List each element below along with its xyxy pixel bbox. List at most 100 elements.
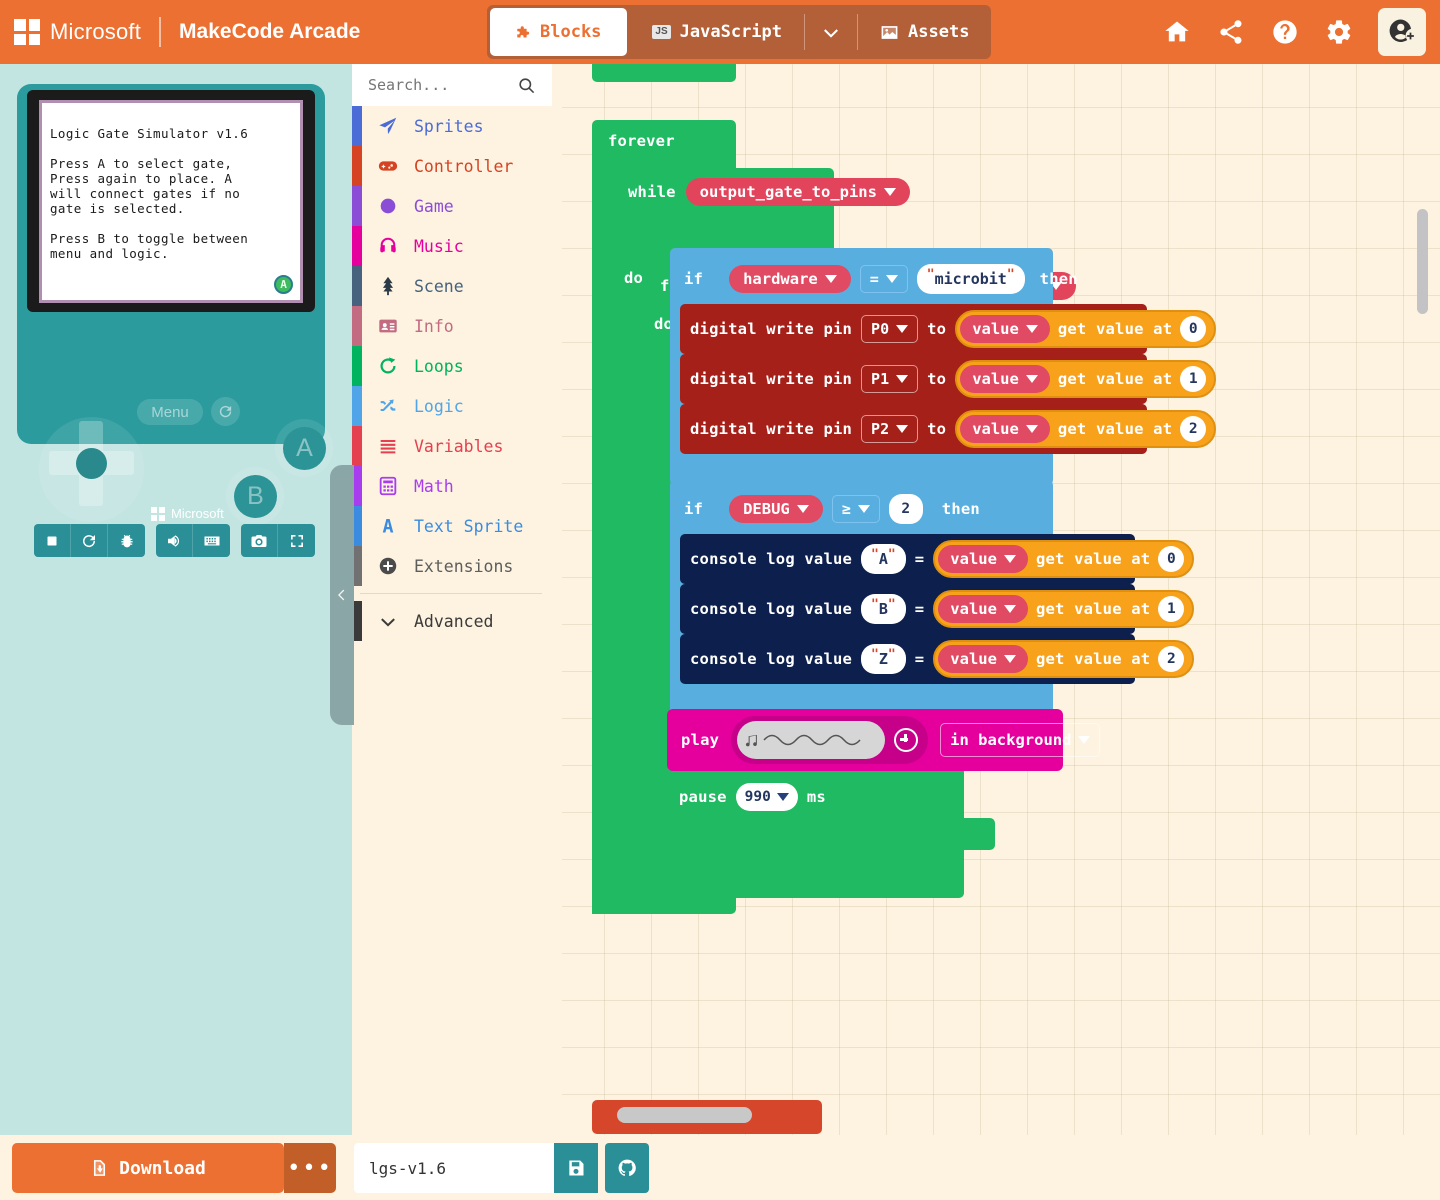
- get-value-index[interactable]: 1: [1158, 596, 1185, 622]
- mute-icon[interactable]: [156, 524, 193, 557]
- console-log-text-label: B: [878, 600, 888, 618]
- simulator-screen[interactable]: Logic Gate Simulator v1.6 Press A to sel…: [39, 100, 303, 303]
- get-value-variable[interactable]: value: [960, 365, 1050, 393]
- blocks-canvas[interactable]: forever while output_gate_to_pins do for…: [562, 64, 1440, 1135]
- get-value-block[interactable]: value get value at 0: [955, 310, 1217, 348]
- console-log-label: console log value: [690, 600, 853, 618]
- tab-blocks[interactable]: Blocks: [490, 8, 628, 56]
- chevron-down-icon: [1078, 736, 1091, 744]
- if-debug-variable[interactable]: DEBUG: [729, 495, 823, 523]
- project-name-field[interactable]: [354, 1143, 554, 1193]
- digital-write-pin-select[interactable]: P2: [861, 415, 919, 443]
- account-add-icon[interactable]: [1378, 8, 1426, 56]
- toolbox-collapse-handle[interactable]: [330, 465, 354, 725]
- help-icon[interactable]: [1270, 17, 1300, 47]
- tab-javascript[interactable]: JS JavaScript: [630, 5, 804, 59]
- toolbox-category-math[interactable]: Math: [352, 466, 562, 506]
- tab-dropdown-button[interactable]: [805, 5, 857, 59]
- dpad-center[interactable]: [76, 448, 107, 479]
- toolbox-category-scene[interactable]: Scene: [352, 266, 562, 306]
- toolbox-category-info[interactable]: Info: [352, 306, 562, 346]
- save-button[interactable]: [554, 1143, 598, 1193]
- get-value-variable[interactable]: value: [960, 415, 1050, 443]
- toolbox-category-game[interactable]: Game: [352, 186, 562, 226]
- chevron-down-icon: [857, 505, 870, 513]
- digital-write-pin-select[interactable]: P0: [861, 315, 919, 343]
- if-hardware-value[interactable]: " microbit ": [916, 264, 1025, 294]
- restart-icon[interactable]: [71, 524, 108, 557]
- console-log-text[interactable]: " B ": [861, 594, 906, 624]
- button-a[interactable]: A: [283, 427, 326, 470]
- canvas-vertical-scrollbar[interactable]: [1417, 209, 1428, 314]
- get-value-block[interactable]: value get value at 0: [933, 540, 1195, 578]
- toolbox-category-logic[interactable]: Logic: [352, 386, 562, 426]
- toolbox-category-advanced[interactable]: Advanced: [352, 601, 562, 641]
- toolbox-category-extensions[interactable]: Extensions: [352, 546, 562, 586]
- simulator-restart-button[interactable]: [211, 397, 240, 426]
- stop-icon[interactable]: [34, 524, 71, 557]
- simulator-menu-button[interactable]: Menu: [137, 399, 203, 425]
- chevron-left-icon: [338, 589, 345, 601]
- microsoft-logo-icon: [14, 19, 40, 45]
- share-icon[interactable]: [1216, 17, 1246, 47]
- microsoft-brand[interactable]: Microsoft MakeCode Arcade: [0, 17, 360, 47]
- get-value-block[interactable]: value get value at 1: [955, 360, 1217, 398]
- if-hardware-variable[interactable]: hardware: [729, 265, 851, 293]
- search-input[interactable]: [368, 76, 508, 94]
- toolbox-category-controller[interactable]: Controller: [352, 146, 562, 186]
- block-partial-top[interactable]: [592, 64, 736, 82]
- get-value-block[interactable]: value get value at 1: [933, 590, 1195, 628]
- block-play-music-row: play in background: [667, 709, 1101, 771]
- console-log-text[interactable]: " A ": [861, 544, 906, 574]
- button-b[interactable]: B: [234, 475, 277, 518]
- download-button[interactable]: Download: [12, 1143, 284, 1193]
- melody-add-button[interactable]: [894, 728, 919, 752]
- get-value-variable[interactable]: value: [960, 315, 1050, 343]
- toolbox-category-sprites[interactable]: Sprites: [352, 106, 562, 146]
- if-debug-operator[interactable]: ≥: [831, 495, 880, 523]
- get-value-index[interactable]: 2: [1158, 646, 1185, 672]
- block-then-label: then: [1039, 270, 1078, 288]
- get-value-block[interactable]: value get value at 2: [933, 640, 1195, 678]
- keyboard-icon[interactable]: [193, 524, 230, 557]
- debug-icon[interactable]: [108, 524, 145, 557]
- get-value-variable[interactable]: value: [938, 645, 1028, 673]
- toolbox-category-text-sprite[interactable]: A Text Sprite: [352, 506, 562, 546]
- project-name-input[interactable]: [369, 1158, 539, 1178]
- if-operator-label: ≥: [841, 500, 851, 518]
- get-value-variable[interactable]: value: [938, 595, 1028, 623]
- tab-assets[interactable]: Assets: [858, 5, 991, 59]
- toolbox-category-loops[interactable]: Loops: [352, 346, 562, 386]
- console-log-text[interactable]: " Z ": [861, 644, 906, 674]
- digital-write-pin-select[interactable]: P1: [861, 365, 919, 393]
- download-more-button[interactable]: •••: [284, 1143, 336, 1193]
- toolbox-search[interactable]: [352, 64, 552, 106]
- screenshot-icon[interactable]: [241, 524, 278, 557]
- while-condition-variable[interactable]: output_gate_to_pins: [685, 178, 910, 206]
- pause-value-select[interactable]: 990: [735, 783, 798, 811]
- get-value-at-label: get value at: [1057, 420, 1173, 438]
- get-value-index[interactable]: 1: [1180, 366, 1207, 392]
- home-icon[interactable]: [1162, 17, 1192, 47]
- get-value-index[interactable]: 2: [1180, 416, 1207, 442]
- toolbox-category-music[interactable]: Music: [352, 226, 562, 266]
- if-debug-value[interactable]: 2: [888, 494, 923, 524]
- save-icon: [569, 1160, 584, 1176]
- fullscreen-icon[interactable]: [278, 524, 315, 557]
- if-hardware-operator[interactable]: =: [859, 265, 908, 293]
- block-partial-bottom-field[interactable]: [617, 1107, 752, 1123]
- play-mode-select[interactable]: in background: [940, 723, 1101, 757]
- github-button[interactable]: [605, 1143, 649, 1193]
- calculator-icon: [374, 475, 402, 497]
- get-value-index[interactable]: 0: [1180, 316, 1207, 342]
- toolbox-category-variables[interactable]: Variables: [352, 426, 562, 466]
- get-value-block[interactable]: value get value at 2: [955, 410, 1217, 448]
- melody-waveform[interactable]: [737, 721, 886, 759]
- simulator-screen-frame: Logic Gate Simulator v1.6 Press A to sel…: [27, 90, 315, 312]
- restart-icon: [219, 405, 232, 418]
- category-label: Music: [414, 236, 464, 256]
- melody-field[interactable]: [731, 716, 929, 764]
- get-value-variable[interactable]: value: [938, 545, 1028, 573]
- gear-icon[interactable]: [1324, 17, 1354, 47]
- get-value-index[interactable]: 0: [1158, 546, 1185, 572]
